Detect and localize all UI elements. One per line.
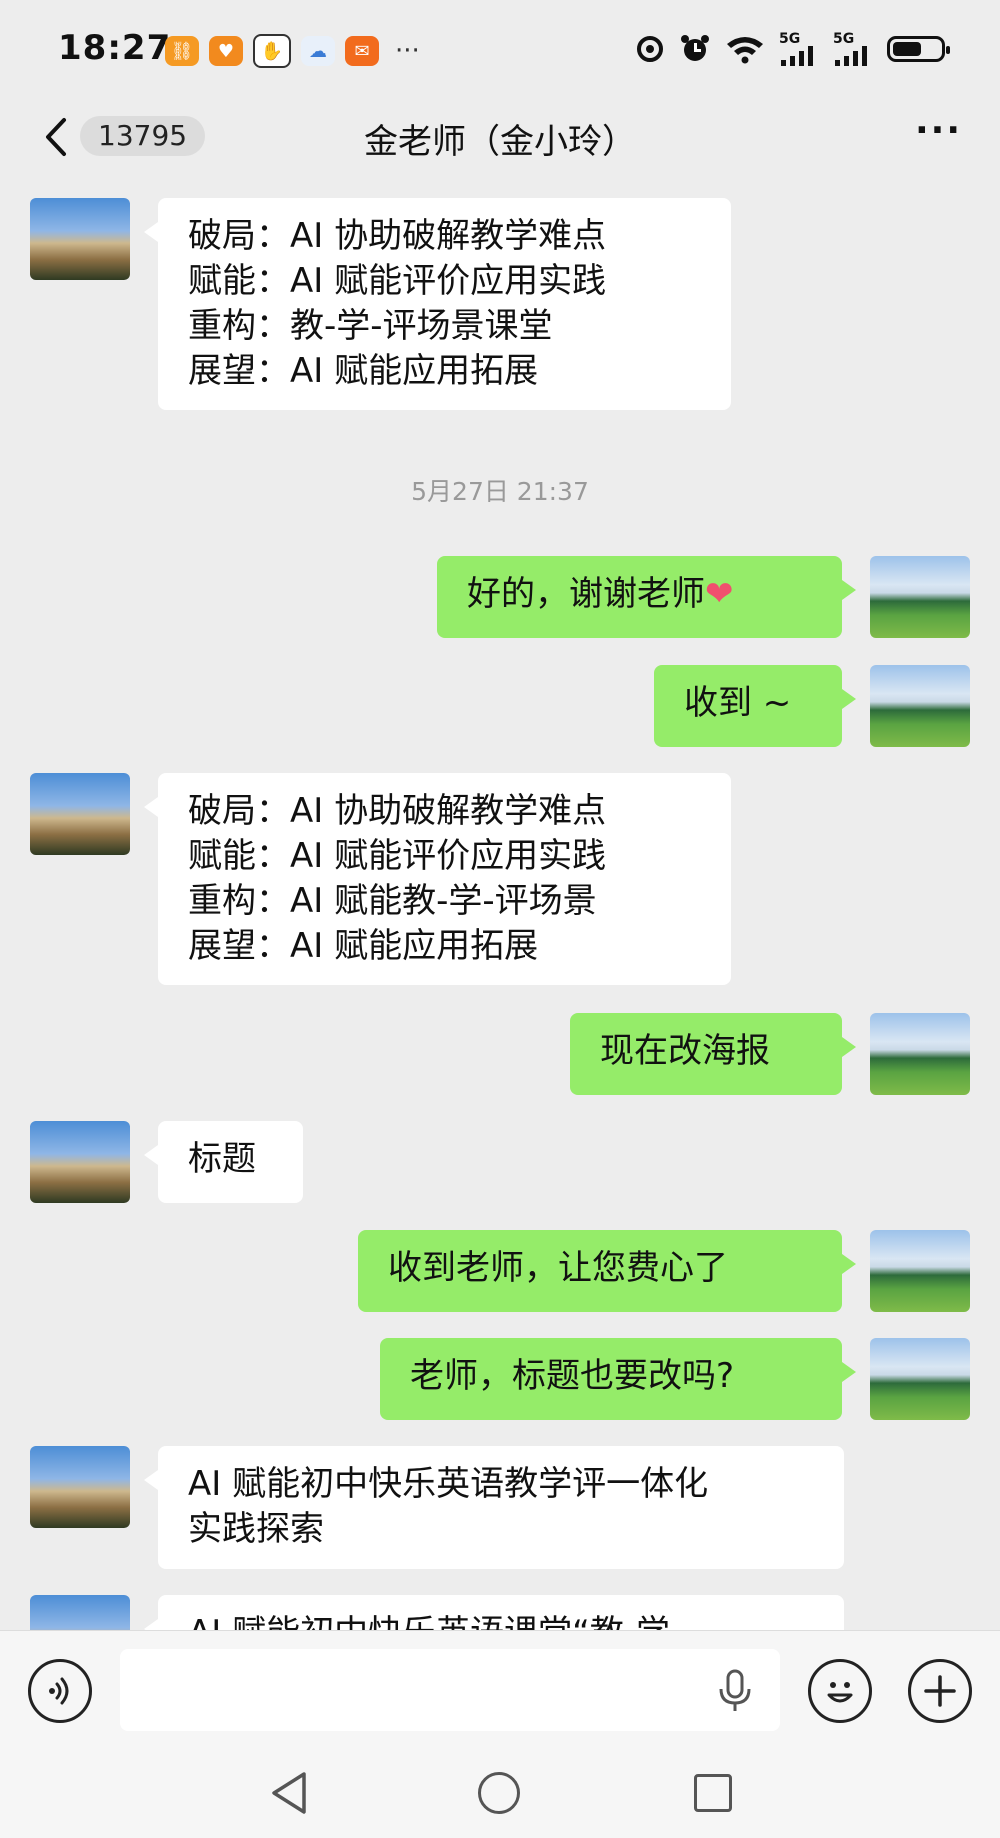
- heart-app-icon: ♥: [209, 36, 243, 66]
- my-avatar[interactable]: [870, 556, 970, 638]
- nav-home-icon[interactable]: [478, 1772, 520, 1814]
- voice-icon[interactable]: [28, 1659, 92, 1723]
- microphone-icon[interactable]: [715, 1669, 755, 1713]
- add-icon: [924, 1675, 956, 1707]
- wifi-icon: [727, 37, 763, 64]
- message-bubble-sent[interactable]: 好的，谢谢老师❤: [437, 556, 856, 638]
- system-status: 5G 5G: [635, 32, 950, 66]
- message-bubble-received[interactable]: 标题: [144, 1121, 303, 1203]
- message-bubble-sent[interactable]: 现在改海报: [570, 1013, 856, 1095]
- message-bubble-sent[interactable]: 收到 ~: [654, 665, 856, 747]
- signal-5g-1: 5G: [779, 32, 819, 66]
- message-list[interactable]: 破局：AI 协助破解教学难点 赋能：AI 赋能评价应用实践 重构：教-学-评场景…: [0, 188, 1000, 1630]
- contact-avatar[interactable]: [30, 198, 130, 280]
- chat-header: 13795 金老师（金小玲） ···: [0, 100, 1000, 188]
- message-bubble-received[interactable]: AI 赋能初中快乐英语教学评一体化 实践探索: [144, 1446, 844, 1569]
- alarm-icon: [681, 35, 709, 61]
- voice-wave-icon: [49, 1677, 69, 1705]
- system-navigation-bar: [0, 1748, 1000, 1838]
- message-timestamp: 5月27日 21:37: [411, 477, 589, 506]
- message-input-bar: [0, 1630, 1000, 1749]
- cloud-app-icon: ☁: [301, 36, 335, 66]
- nav-recent-apps-icon[interactable]: [694, 1774, 732, 1812]
- more-notifications-icon: ···: [395, 36, 420, 66]
- hand-icon: ✋: [253, 34, 291, 68]
- signal-bars-icon: [781, 46, 813, 66]
- message-bubble-received[interactable]: 破局：AI 协助破解教学难点 赋能：AI 赋能评价应用实践 重构：AI 赋能教-…: [144, 773, 731, 985]
- chat-title: 金老师（金小玲）: [364, 122, 636, 162]
- my-avatar[interactable]: [870, 1338, 970, 1420]
- contact-avatar[interactable]: [30, 1121, 130, 1203]
- contact-avatar[interactable]: [30, 1595, 130, 1630]
- message-bubble-sent[interactable]: 老师，标题也要改吗?: [380, 1338, 856, 1420]
- mail-app-icon: ✉: [345, 36, 379, 66]
- heart-emoji: ❤: [705, 574, 734, 614]
- notification-icons: ⛓ ♥ ✋ ☁ ✉ ···: [165, 34, 420, 68]
- smiley-face-icon: [827, 1682, 853, 1703]
- contact-avatar[interactable]: [30, 1446, 130, 1528]
- nav-back-icon[interactable]: [268, 1770, 310, 1816]
- app-notification-icon: ⛓: [165, 36, 199, 66]
- status-time: 18:27: [58, 28, 172, 68]
- my-avatar[interactable]: [870, 1230, 970, 1312]
- message-bubble-received[interactable]: 破局：AI 协助破解教学难点 赋能：AI 赋能评价应用实践 重构：教-学-评场景…: [144, 198, 731, 410]
- message-bubble-received[interactable]: AI 赋能初中快乐英语课堂“教-学: [144, 1595, 844, 1630]
- my-avatar[interactable]: [870, 1013, 970, 1095]
- more-options-icon[interactable]: ···: [915, 110, 962, 151]
- contact-avatar[interactable]: [30, 773, 130, 855]
- message-text: 好的，谢谢老师: [467, 574, 705, 614]
- plus-icon[interactable]: [908, 1659, 972, 1723]
- signal-5g-2: 5G: [833, 32, 873, 66]
- message-text-input[interactable]: [120, 1649, 780, 1731]
- my-avatar[interactable]: [870, 665, 970, 747]
- battery-icon: [887, 36, 950, 62]
- emoji-icon[interactable]: [808, 1659, 872, 1723]
- data-saver-icon: [637, 36, 663, 62]
- status-bar: 18:27 ⛓ ♥ ✋ ☁ ✉ ··· 5G 5G: [0, 0, 1000, 100]
- message-bubble-sent[interactable]: 收到老师，让您费心了: [358, 1230, 856, 1312]
- signal-bars-icon: [835, 46, 867, 66]
